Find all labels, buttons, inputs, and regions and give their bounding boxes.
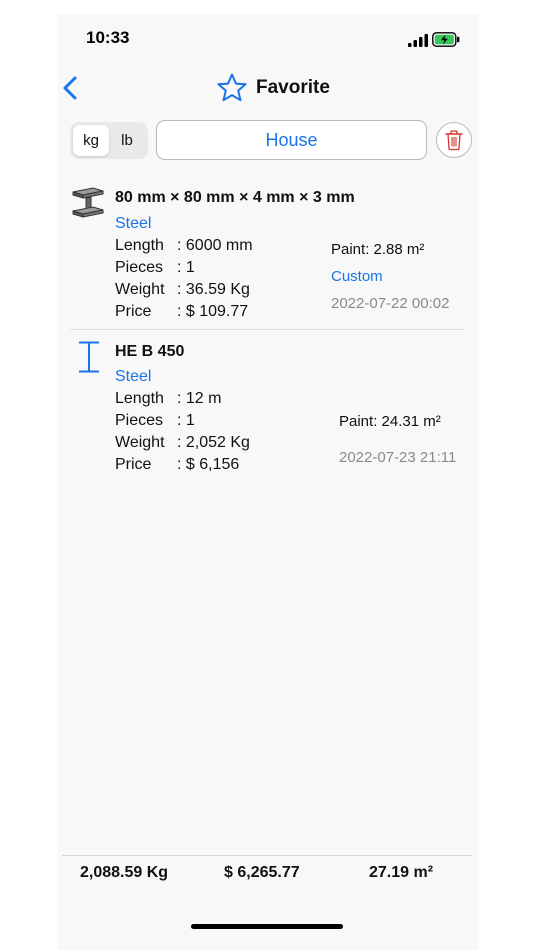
project-selector-button[interactable]: House [156, 120, 427, 160]
list-divider [70, 329, 464, 330]
row-value: : 12 m [177, 390, 222, 407]
item-custom-label: Custom [331, 268, 383, 285]
row-value: : 6000 mm [177, 237, 253, 254]
unit-option-lb[interactable]: lb [109, 125, 145, 156]
trash-icon [445, 130, 463, 151]
page-title: Favorite [256, 77, 330, 98]
row-label: Price [115, 303, 152, 320]
row-label: Pieces [115, 412, 164, 429]
list-item[interactable]: 80 mm × 80 mm × 4 mm × 3 mm Steel Length… [58, 184, 478, 330]
row-value: : 36.59 Kg [177, 281, 250, 298]
item-date: 2022-07-23 21:11 [339, 449, 457, 466]
signal-icon [408, 34, 428, 47]
delete-button[interactable] [436, 122, 472, 158]
item-paint-area: Paint: 24.31 m² [339, 413, 441, 430]
item-pieces-row: Pieces : 1 [115, 259, 195, 277]
item-length-row: Length : 12 m [115, 390, 221, 408]
item-price-row: Price : $ 109.77 [115, 303, 248, 321]
unit-segmented-control: kg lb [70, 122, 148, 159]
row-label: Length [115, 237, 164, 254]
i-beam-outline-icon [79, 341, 99, 373]
item-title: HE B 450 [115, 343, 185, 360]
total-weight: 2,088.59 Kg [80, 864, 169, 881]
back-chevron-icon[interactable] [60, 74, 82, 102]
row-value: : $ 6,156 [177, 456, 240, 473]
total-price: $ 6,265.77 [224, 864, 300, 881]
item-title: 80 mm × 80 mm × 4 mm × 3 mm [115, 189, 355, 206]
star-outline-icon [217, 73, 247, 102]
item-weight-row: Weight : 2,052 Kg [115, 434, 250, 452]
item-pieces-row: Pieces : 1 [115, 412, 195, 430]
total-paint-area: 27.19 m² [369, 864, 434, 881]
footer-divider [62, 855, 472, 856]
item-price-row: Price : $ 6,156 [115, 456, 239, 474]
list-item[interactable]: HE B 450 Steel Length : 12 m Pieces : 1 We… [58, 340, 478, 480]
item-weight-row: Weight : 36.59 Kg [115, 281, 250, 299]
row-value: : $ 109.77 [177, 303, 249, 320]
item-paint-area: Paint: 2.88 m² [331, 241, 425, 258]
row-label: Weight [115, 281, 165, 298]
i-beam-3d-icon [72, 187, 104, 218]
row-label: Pieces [115, 259, 164, 276]
item-material: Steel [115, 215, 152, 232]
row-label: Length [115, 390, 164, 407]
row-label: Price [115, 456, 152, 473]
row-label: Weight [115, 434, 165, 451]
unit-option-kg[interactable]: kg [73, 125, 109, 156]
item-material: Steel [115, 368, 152, 385]
row-value: : 1 [177, 259, 195, 276]
item-date: 2022-07-22 00:02 [331, 295, 450, 312]
row-value: : 1 [177, 412, 195, 429]
nav-title: Favorite [216, 72, 330, 104]
row-value: : 2,052 Kg [177, 434, 250, 451]
home-indicator[interactable] [191, 924, 343, 929]
battery-charging-icon [432, 32, 460, 47]
item-length-row: Length : 6000 mm [115, 237, 253, 255]
status-time: 10:33 [86, 28, 130, 47]
